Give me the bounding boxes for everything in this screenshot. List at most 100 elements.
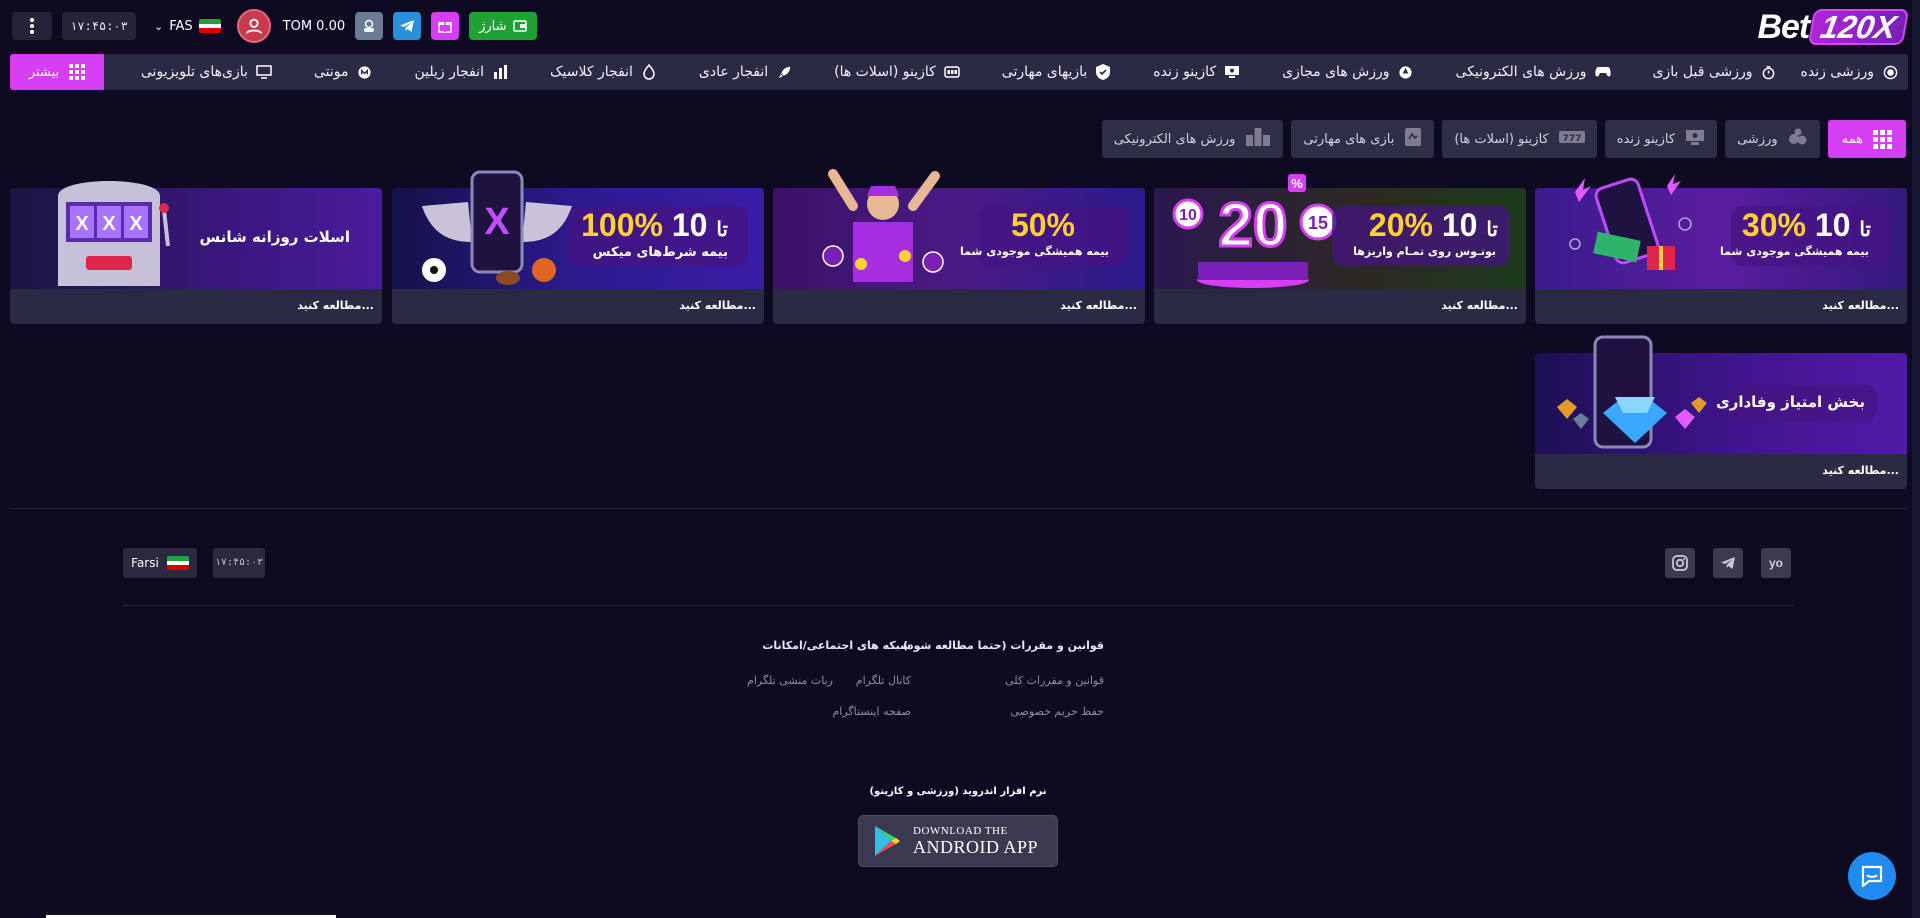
language-selector[interactable]: ⌄ FAS (154, 19, 221, 34)
nav-item-tv-games[interactable]: بازی‌های تلویزیونی (111, 54, 284, 90)
telegram-bot-link[interactable]: ربات منشی تلگرام (747, 674, 833, 687)
top-header: Bet 120X ۱۷:۴۵:۰۳ ⌄ FAS TOM 0.00 شارژ (0, 0, 1920, 52)
slot-machine-illustration: X X X (58, 181, 170, 286)
skill-game-icon (1404, 127, 1422, 151)
read-more-link[interactable]: مطالعه کنید... (297, 299, 374, 312)
tab-live-casino[interactable]: کازینو زنده (1604, 120, 1718, 158)
percent-podium-illustration: 20 10 15 % (1172, 174, 1337, 288)
monty-icon (356, 64, 372, 80)
footer-language-selector[interactable]: Farsi (123, 548, 197, 578)
kebab-icon (30, 17, 34, 35)
live-chat-button[interactable] (1848, 852, 1896, 900)
rules-column-title: قوانین و مقررات (حتما مطالعه شود) (902, 639, 1104, 652)
promo-card[interactable]: بخش امتیاز وفاداری مطالعه کنید... (1535, 335, 1907, 489)
telegram-button[interactable] (393, 12, 422, 40)
support-agent-button[interactable] (355, 12, 384, 40)
android-app-caption: نرم افزار اندروید (ورزشی و کازینو) (869, 786, 1047, 797)
nav-label: کازینو (اسلات ها) (834, 64, 936, 80)
read-more-link[interactable]: مطالعه کنید... (1441, 299, 1518, 312)
promo-headline: 30% تا 10 (1742, 207, 1871, 244)
promo-min: 10 (671, 207, 708, 243)
nav-item-crash-zeppelin[interactable]: انفجار زیلین (384, 54, 520, 90)
promo-headline: 100% تا 10 (581, 207, 728, 244)
page: Bet 120X ۱۷:۴۵:۰۳ ⌄ FAS TOM 0.00 شارژ ور… (0, 0, 1920, 918)
promo-min: 10 (1814, 207, 1851, 243)
nav-label: کازینو زنده (1153, 64, 1217, 80)
read-more-link[interactable]: مطالعه کنید... (1822, 299, 1899, 312)
instagram-social-button[interactable] (1665, 548, 1695, 578)
yo-icon: yo (1768, 556, 1783, 570)
tab-slots[interactable]: 777 کازینو (اسلات ها) (1442, 120, 1597, 158)
bar-chart-icon (492, 64, 508, 80)
nav-item-live-sport[interactable]: ورزشی زنده (1789, 54, 1908, 90)
nav-item-crash-classic[interactable]: انفجار کلاسیک (520, 54, 669, 90)
instagram-icon (1672, 555, 1688, 571)
gift-button[interactable] (431, 12, 460, 40)
phone-gift-illustration (1569, 174, 1692, 270)
promo-card[interactable]: 20 10 15 % 20% تا 10 بونـوس روی تمـام وا… (1154, 174, 1526, 324)
live-casino-icon (1224, 64, 1240, 80)
virtual-sport-icon (1398, 64, 1414, 80)
slots-icon: 777 (1558, 129, 1585, 149)
nav-item-esports[interactable]: ورزش های الکترونیکی (1426, 54, 1623, 90)
nav-item-slots[interactable]: کازینو (اسلات ها) (804, 54, 972, 90)
svg-text:777: 777 (1562, 134, 1581, 144)
promo-card[interactable]: X X X اسلات روزانه شانس مطالعه کنید... (10, 181, 382, 324)
nav-item-virtual[interactable]: ورزش های مجازی (1252, 54, 1425, 90)
brand-logo[interactable]: Bet 120X (1757, 8, 1910, 46)
tab-esports[interactable]: ورزش های الکترونیکی (1101, 120, 1284, 158)
promo-percent: 20% (1368, 207, 1433, 243)
grid-icon (69, 64, 86, 80)
nav-more-button[interactable]: بیشتر (10, 54, 104, 90)
tab-label: کازینو زنده (1616, 131, 1676, 147)
nav-item-crash[interactable]: انفجار عادی (669, 54, 804, 90)
tab-skill-games[interactable]: بازی های مهارتی (1291, 120, 1435, 158)
rules-link[interactable]: قوانین و مقررات کلی (1005, 674, 1104, 687)
read-more-link[interactable]: مطالعه کنید... (679, 299, 756, 312)
gamepad-icon (1594, 64, 1611, 80)
read-more-link[interactable]: مطالعه کنید... (1822, 464, 1899, 477)
google-play-icon (875, 826, 900, 856)
nav-item-skill-games[interactable]: بازیهای مهارتی (972, 54, 1124, 90)
kebab-menu-button[interactable] (12, 12, 52, 40)
promo-percent: 50% (1010, 207, 1075, 243)
promo-title: بخش امتیاز وفاداری (1715, 393, 1865, 411)
privacy-link[interactable]: حفظ حریم خصوصی (1010, 705, 1104, 718)
read-more-link[interactable]: مطالعه کنید... (1060, 299, 1137, 312)
nav-label: بازی‌های تلویزیونی (140, 64, 248, 80)
gift-icon (438, 22, 452, 33)
loyalty-gems-illustration (1557, 335, 1707, 449)
promo-card[interactable]: 30% تا 10 بیمه همیشگی موجودی شما مطالعه … (1535, 174, 1907, 324)
svg-text:X: X (484, 201, 510, 243)
language-code: FAS (169, 18, 193, 34)
charge-button[interactable]: شارژ (469, 12, 537, 40)
logo-number: 120X (1808, 9, 1910, 45)
nav-label: ورزشی قبل بازی (1652, 64, 1753, 80)
page-scrollbar[interactable] (1912, 0, 1920, 918)
phone-trophy-illustration: X (422, 170, 572, 285)
shield-check-icon (1095, 64, 1111, 80)
chevron-down-icon: ⌄ (154, 19, 164, 33)
nav-label: مونتی (313, 64, 349, 80)
grid-icon (1873, 129, 1892, 149)
nav-label: انفجار زیلین (414, 64, 485, 80)
promo-card[interactable]: 50% بیمه همیشگی موجودی شما مطالعه کنید..… (773, 169, 1145, 324)
promo-subtitle: بیمه همیشگی موجودی شما (1720, 245, 1869, 258)
telegram-channel-link[interactable]: کانال تلگرام (856, 674, 911, 687)
nav-item-live-casino[interactable]: کازینو زنده (1123, 54, 1252, 90)
promo-headline: 20% تا 10 (1369, 207, 1498, 244)
tab-all[interactable]: همه (1827, 120, 1906, 158)
nav-item-monty[interactable]: مونتی (284, 54, 385, 90)
promo-card[interactable]: X 100% تا 10 بیمه شرط‌های میکس مطالعه کن… (392, 170, 764, 324)
yo-social-button[interactable]: yo (1761, 548, 1791, 578)
nav-item-prematch[interactable]: ورزشی قبل بازی (1623, 54, 1789, 90)
user-avatar-button[interactable] (236, 9, 271, 43)
telegram-social-button[interactable] (1713, 548, 1743, 578)
agent-icon (364, 19, 375, 32)
tab-sport[interactable]: ورزشی (1725, 120, 1820, 158)
nav-label: انفجار کلاسیک (550, 64, 633, 80)
android-app-download-button[interactable]: DOWNLOAD THE ANDROID APP (858, 815, 1058, 867)
promo-banner: 20 10 15 % 20% تا 10 بونـوس روی تمـام وا… (1154, 174, 1526, 289)
instagram-page-link[interactable]: صفحه اینستاگرام (833, 705, 912, 718)
footer-clock: ۱۷:۴۵:۰۳ (213, 548, 265, 578)
